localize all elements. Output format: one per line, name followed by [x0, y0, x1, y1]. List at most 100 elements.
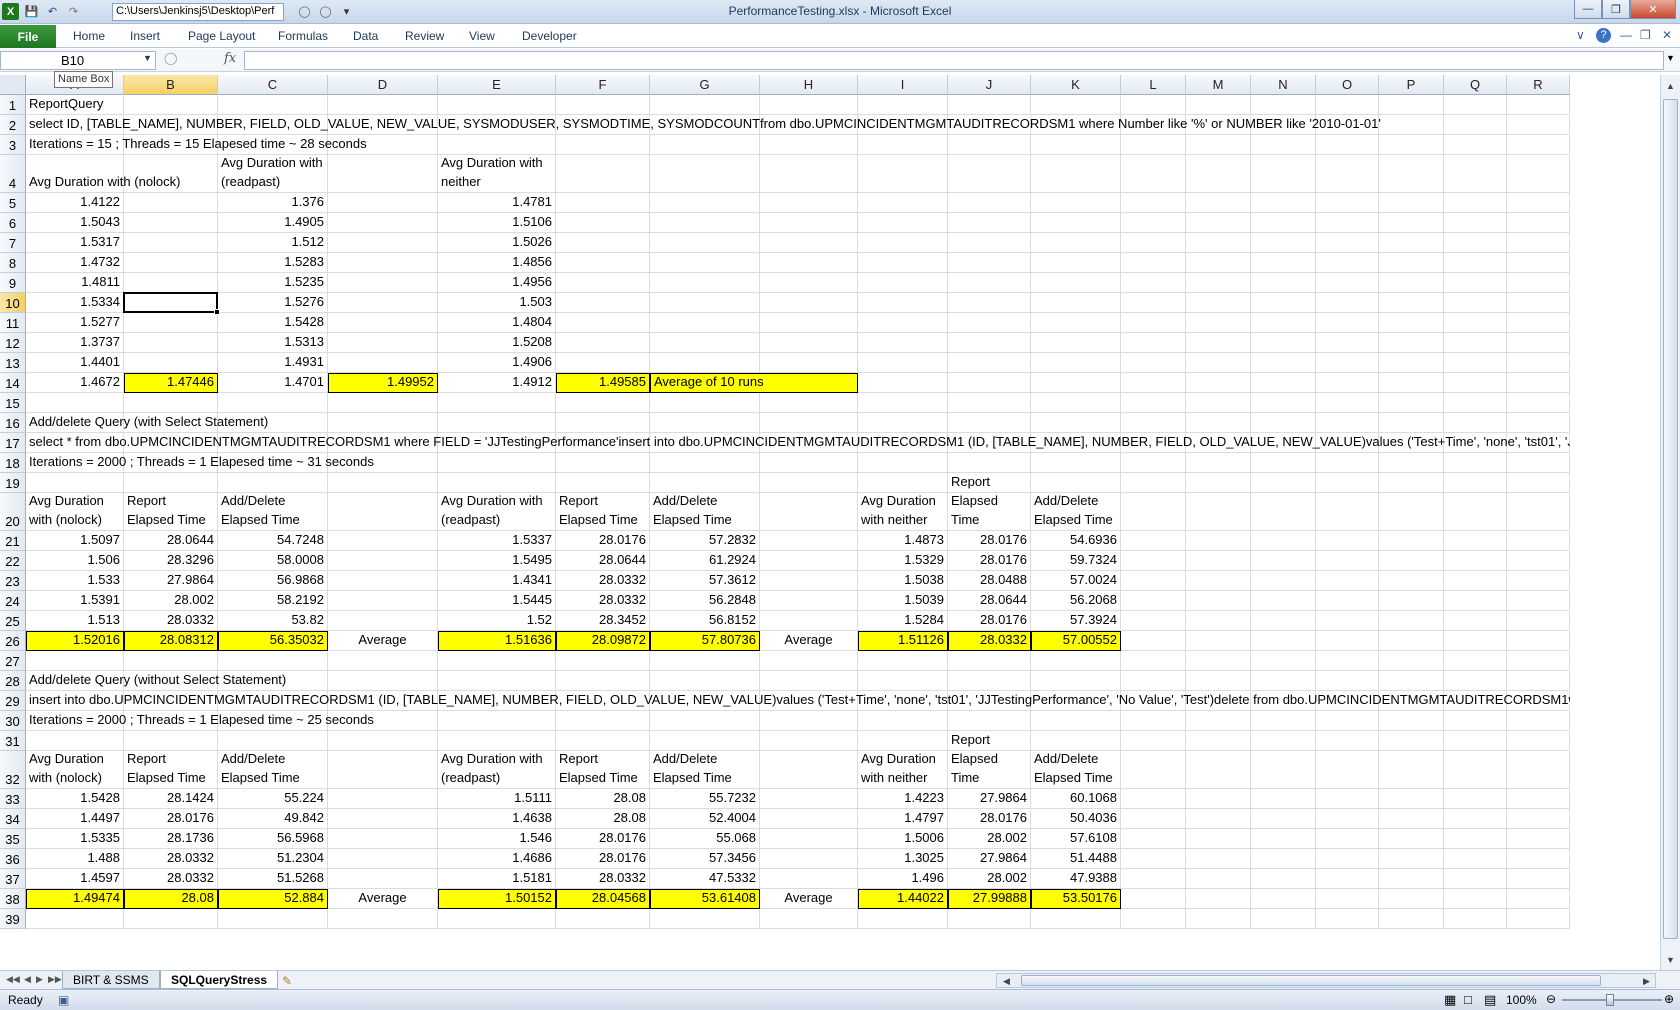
- grid-cell[interactable]: [1444, 333, 1507, 353]
- cell-a16-title[interactable]: Add/delete Query (with Select Statement): [26, 413, 1570, 433]
- cell-a2-query[interactable]: select ID, [TABLE_NAME], NUMBER, FIELD, …: [26, 115, 1570, 135]
- grid-cell[interactable]: [760, 829, 858, 849]
- row-header-17[interactable]: 17: [0, 433, 26, 453]
- grid-cell[interactable]: [1316, 353, 1379, 373]
- row-header-28[interactable]: 28: [0, 671, 26, 691]
- grid-cell[interactable]: [760, 473, 858, 493]
- workbook-close-icon[interactable]: ✕: [1662, 28, 1672, 42]
- grid-cell[interactable]: [124, 473, 218, 493]
- header-j-32[interactable]: Report Elapsed Time: [948, 732, 1031, 789]
- grid-cell[interactable]: [328, 849, 438, 869]
- grid-cell[interactable]: [1251, 789, 1316, 809]
- zoom-out-icon[interactable]: ⊖: [1546, 992, 1556, 1006]
- row-header-38[interactable]: 38: [0, 889, 26, 909]
- average-e[interactable]: 1.51636: [438, 631, 556, 651]
- grid-cell[interactable]: [1507, 591, 1570, 611]
- value-a[interactable]: 1.5097: [26, 531, 124, 551]
- value-b[interactable]: 28.002: [124, 591, 218, 611]
- average-a[interactable]: 1.52016: [26, 631, 124, 651]
- row-header-3[interactable]: 3: [0, 135, 26, 155]
- grid-cell[interactable]: [1444, 849, 1507, 869]
- grid-cell[interactable]: [1186, 213, 1251, 233]
- expand-formula-icon[interactable]: ▼: [1666, 53, 1675, 63]
- grid-cell[interactable]: [1186, 273, 1251, 293]
- grid-cell[interactable]: [328, 651, 438, 671]
- grid-cell[interactable]: [1379, 353, 1444, 373]
- row-header-18[interactable]: 18: [0, 453, 26, 473]
- value-neither[interactable]: 1.5106: [438, 213, 556, 233]
- grid-cell[interactable]: [1444, 531, 1507, 551]
- grid-cell[interactable]: [124, 393, 218, 413]
- page-layout-view-icon[interactable]: □: [1464, 992, 1472, 1007]
- grid-cell[interactable]: [760, 571, 858, 591]
- row-header-21[interactable]: 21: [0, 531, 26, 551]
- header-nolock[interactable]: Avg Duration with (nolock): [26, 155, 226, 193]
- value-i[interactable]: 1.4223: [858, 789, 948, 809]
- grid-cell[interactable]: [1507, 809, 1570, 829]
- grid-cell[interactable]: [1031, 353, 1121, 373]
- grid-cell[interactable]: [650, 651, 760, 671]
- grid-cell[interactable]: [556, 273, 650, 293]
- header-g-32[interactable]: Add/Delete Elapsed Time: [650, 751, 760, 789]
- row-header-13[interactable]: 13: [0, 353, 26, 373]
- grid-cell[interactable]: [1031, 253, 1121, 273]
- value-e[interactable]: 1.5181: [438, 869, 556, 889]
- grid-cell[interactable]: [1186, 293, 1251, 313]
- value-readpast[interactable]: 1.5428: [218, 313, 328, 333]
- grid-cell[interactable]: [1507, 253, 1570, 273]
- value-readpast[interactable]: 1.4931: [218, 353, 328, 373]
- grid-cell[interactable]: [556, 651, 650, 671]
- grid-cell[interactable]: [760, 213, 858, 233]
- value-f[interactable]: 28.0176: [556, 531, 650, 551]
- value-nolock[interactable]: 1.5043: [26, 213, 124, 233]
- vertical-scroll-thumb[interactable]: [1663, 99, 1678, 939]
- grid-cell[interactable]: [858, 313, 948, 333]
- value-b[interactable]: 28.0176: [124, 809, 218, 829]
- column-header-o[interactable]: O: [1316, 75, 1379, 95]
- grid-cell[interactable]: [1444, 493, 1507, 531]
- column-header-i[interactable]: I: [858, 75, 948, 95]
- sheet-tab-sqlquerystress[interactable]: SQLQueryStress: [160, 971, 279, 989]
- grid-cell[interactable]: [948, 651, 1031, 671]
- grid-cell[interactable]: [1121, 731, 1186, 751]
- grid-cell[interactable]: [650, 213, 760, 233]
- grid-cell[interactable]: [1379, 313, 1444, 333]
- grid-cell[interactable]: [1121, 591, 1186, 611]
- grid-cell[interactable]: [1316, 591, 1379, 611]
- column-header-q[interactable]: Q: [1444, 75, 1507, 95]
- grid-cell[interactable]: [1507, 731, 1570, 751]
- value-row14-e[interactable]: 1.4912: [438, 373, 556, 393]
- value-readpast[interactable]: 1.5235: [218, 273, 328, 293]
- value-neither[interactable]: 1.4906: [438, 353, 556, 373]
- grid-cell[interactable]: [328, 213, 438, 233]
- header-b-32[interactable]: Report Elapsed Time: [124, 751, 218, 789]
- column-header-h[interactable]: H: [760, 75, 858, 95]
- grid-cell[interactable]: [1316, 373, 1379, 393]
- tab-developer[interactable]: Developer: [522, 29, 577, 43]
- grid-cell[interactable]: [1186, 869, 1251, 889]
- grid-cell[interactable]: [1251, 849, 1316, 869]
- value-readpast[interactable]: 1.376: [218, 193, 328, 213]
- row-header-1[interactable]: 1: [0, 95, 26, 115]
- grid-cell[interactable]: [1379, 751, 1444, 789]
- grid-cell[interactable]: [556, 233, 650, 253]
- grid-cell[interactable]: [1031, 473, 1121, 493]
- horizontal-scroll-thumb[interactable]: [1021, 975, 1601, 986]
- grid-cell[interactable]: [1507, 571, 1570, 591]
- grid-cell[interactable]: [218, 473, 328, 493]
- grid-cell[interactable]: [328, 293, 438, 313]
- grid-cell[interactable]: [1251, 889, 1316, 909]
- grid-cell[interactable]: [1251, 909, 1316, 929]
- column-header-m[interactable]: M: [1186, 75, 1251, 95]
- value-e[interactable]: 1.4341: [438, 571, 556, 591]
- grid-cell[interactable]: [1031, 155, 1121, 193]
- grid-cell[interactable]: [328, 193, 438, 213]
- grid-cell[interactable]: [650, 293, 760, 313]
- grid-cell[interactable]: [858, 473, 948, 493]
- grid-cell[interactable]: [858, 651, 948, 671]
- grid-cell[interactable]: [1121, 889, 1186, 909]
- grid-cell[interactable]: [1507, 293, 1570, 313]
- row-header-19[interactable]: 19: [0, 473, 26, 493]
- row-header-30[interactable]: 30: [0, 711, 26, 731]
- grid-cell[interactable]: [1251, 273, 1316, 293]
